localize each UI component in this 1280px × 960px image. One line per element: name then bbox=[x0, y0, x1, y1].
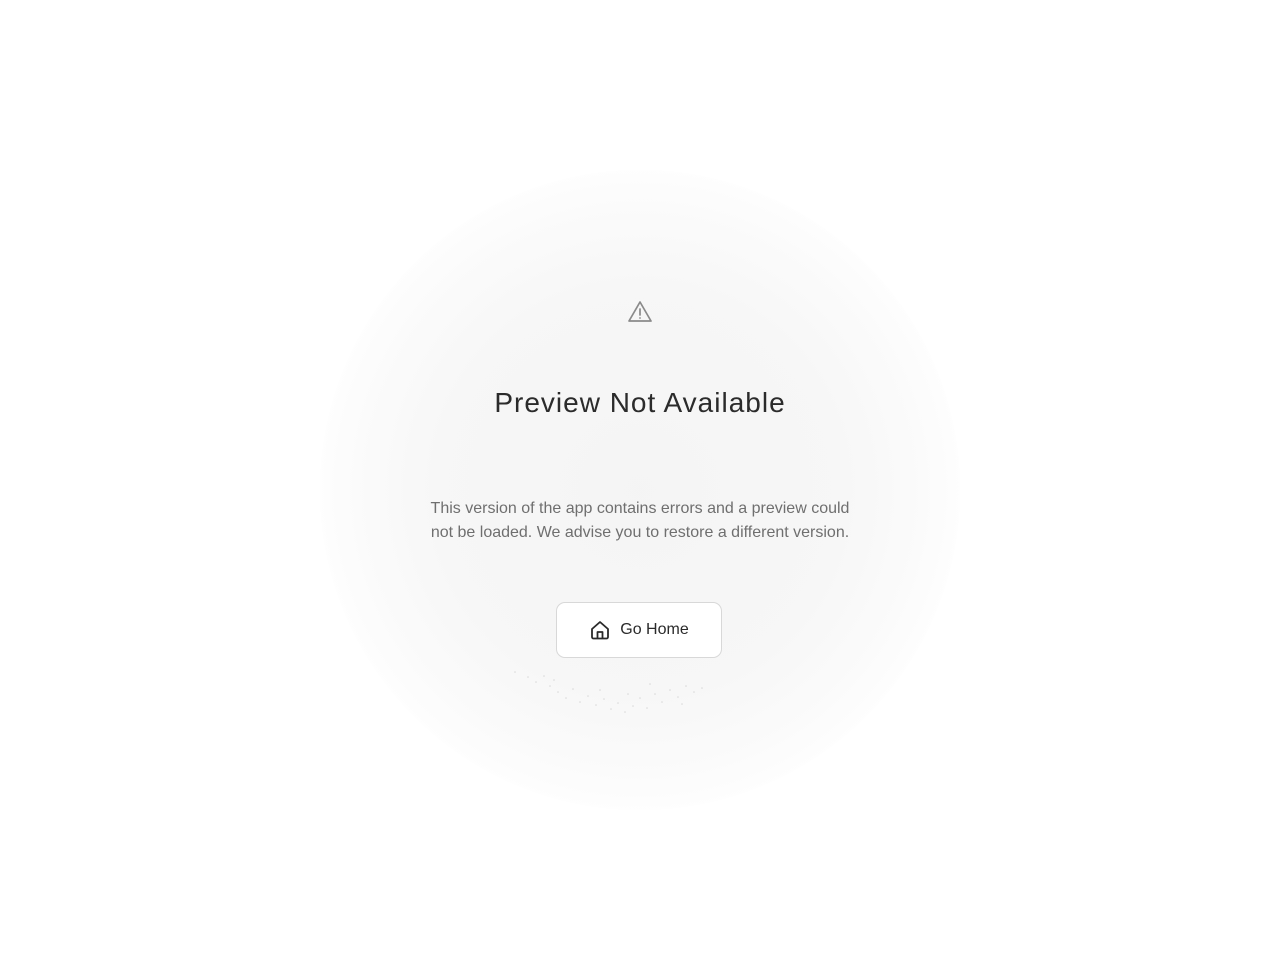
error-page: Preview Not Available This version of th… bbox=[0, 0, 1280, 960]
decorative-speckles bbox=[514, 671, 703, 713]
home-icon bbox=[589, 619, 611, 641]
go-home-button[interactable]: Go Home bbox=[556, 602, 722, 658]
warning-triangle-icon bbox=[628, 301, 652, 322]
page-title: Preview Not Available bbox=[494, 387, 786, 418]
go-home-label: Go Home bbox=[620, 621, 689, 638]
error-message: This version of the app contains errors … bbox=[430, 500, 850, 541]
